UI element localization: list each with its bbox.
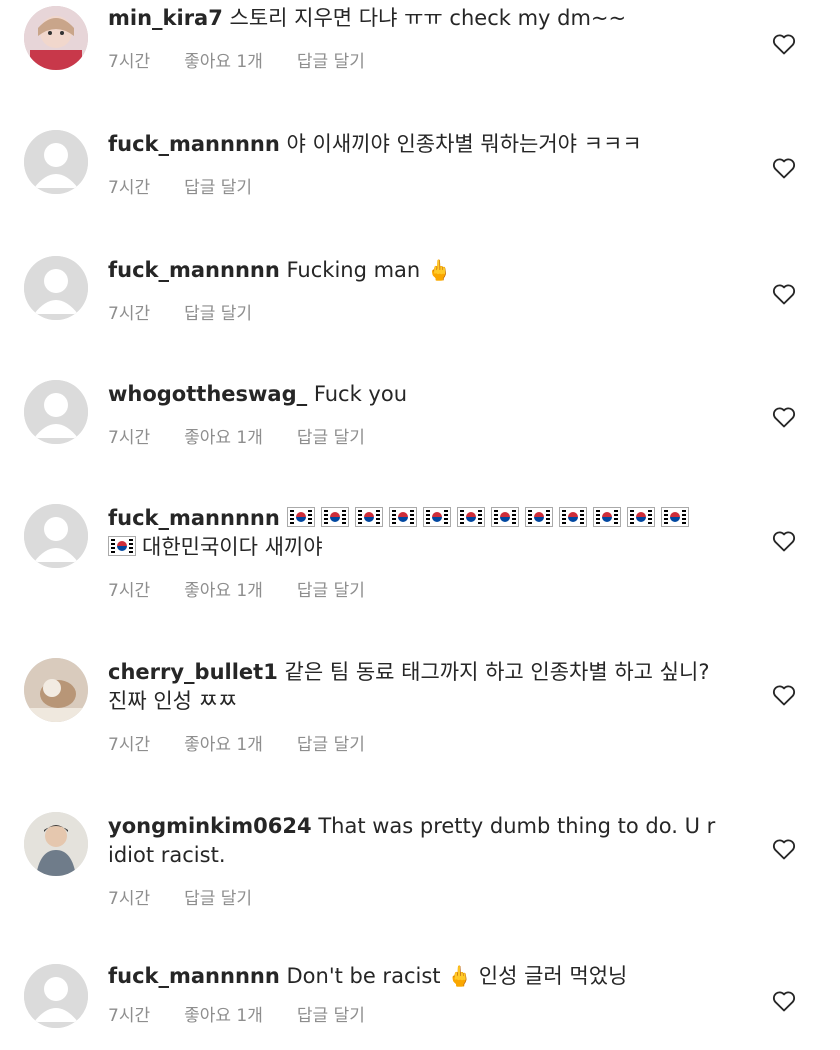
comment-body: 스토리 지우면 다냐 ㅠㅠ check my dm~~ [229,6,627,30]
heart-outline-icon[interactable] [772,283,796,305]
comment-username[interactable]: cherry_bullet1 [108,660,278,684]
comment-body: 야 이새끼야 인종차별 뭐하는거야 ㅋㅋㅋ [286,132,642,156]
comment-body: Don't be racist [286,964,441,988]
south-korea-flag-emoji [422,507,451,527]
comment-meta: 7시간 답글 달기 [108,884,728,909]
middle-finger-emoji: 🖕 [447,964,473,988]
comment-text: fuck_mannnnn 야 이새끼야 인종차별 뭐하는거야 ㅋㅋㅋ [108,130,728,159]
south-korea-flag-emoji [108,536,136,556]
south-korea-flag-emoji [320,507,349,527]
avatar[interactable] [24,256,88,320]
default-avatar-icon [24,256,88,320]
avatar[interactable] [24,6,88,70]
south-korea-flag-emoji [592,507,621,527]
comment-username[interactable]: min_kira7 [108,6,223,30]
comment-likes-count[interactable]: 좋아요 1개 [184,428,263,448]
comment-text: yongminkim0624 That was pretty dumb thin… [108,812,728,870]
heart-outline-icon[interactable] [772,990,796,1012]
user-photo-avatar [24,6,88,70]
heart-outline-icon[interactable] [772,838,796,860]
comment-likes-count[interactable]: 좋아요 1개 [184,52,263,72]
comment-body-continued: 인성 글러 먹었닝 [478,964,628,988]
reply-button[interactable]: 답글 달기 [297,735,365,755]
south-korea-flag-emoji [626,507,655,527]
user-photo-avatar [24,812,88,876]
avatar[interactable] [24,380,88,444]
comment-text: min_kira7 스토리 지우면 다냐 ㅠㅠ check my dm~~ [108,4,728,33]
avatar[interactable] [24,504,88,568]
comment-time: 7시간 [108,735,151,755]
reply-button[interactable]: 답글 달기 [297,1006,365,1026]
comment-time: 7시간 [108,52,151,72]
user-photo-avatar [24,658,88,722]
comment-body: Fucking man [286,258,421,282]
comment-text: fuck_mannnnn Fucking man 🖕 [108,256,728,285]
comment-username[interactable]: fuck_mannnnn [108,258,280,282]
south-korea-flag-emoji [354,507,383,527]
middle-finger-emoji: 🖕 [426,258,452,282]
heart-outline-icon[interactable] [772,406,796,428]
comment-meta: 7시간 좋아요 1개 답글 달기 [108,576,728,601]
comment-time: 7시간 [108,428,151,448]
comment-likes-count[interactable]: 좋아요 1개 [184,581,263,601]
reply-button[interactable]: 답글 달기 [184,178,252,198]
comment-username[interactable]: fuck_mannnnn [108,132,280,156]
reply-button[interactable]: 답글 달기 [184,889,252,909]
reply-button[interactable]: 답글 달기 [297,581,365,601]
comment-meta: 7시간 좋아요 1개 답글 달기 [108,47,728,72]
comment-username[interactable]: yongminkim0624 [108,814,312,838]
south-korea-flag-emoji [490,507,519,527]
default-avatar-icon [24,130,88,194]
comment-text: cherry_bullet1 같은 팀 동료 태그까지 하고 인종차별 하고 싶… [108,658,728,716]
comment-text: fuck_mannnnn 대한민국이다 새끼야 [108,504,728,562]
comment-username[interactable]: whogottheswag_ [108,382,307,406]
comment-meta: 7시간 좋아요 1개 답글 달기 [108,423,728,448]
comment-meta: 7시간 좋아요 1개 답글 달기 [108,730,728,755]
comment-meta: 7시간 답글 달기 [108,173,728,198]
south-korea-flag-emoji [660,507,689,527]
south-korea-flag-emoji [286,507,315,527]
avatar[interactable] [24,964,88,1028]
default-avatar-icon [24,380,88,444]
avatar[interactable] [24,658,88,722]
south-korea-flag-emoji [558,507,587,527]
comment-time: 7시간 [108,1006,151,1026]
comment-username[interactable]: fuck_mannnnn [108,964,280,988]
heart-outline-icon[interactable] [772,684,796,706]
comment-meta: 7시간 답글 달기 [108,299,728,324]
default-avatar-icon [24,964,88,1028]
comment-text: fuck_mannnnn Don't be racist 🖕 인성 글러 먹었닝 [108,962,728,991]
avatar[interactable] [24,812,88,876]
comment-time: 7시간 [108,581,151,601]
south-korea-flag-emoji [456,507,485,527]
comment-body: 대한민국이다 새끼야 [142,535,323,559]
reply-button[interactable]: 답글 달기 [184,304,252,324]
comment-likes-count[interactable]: 좋아요 1개 [184,735,263,755]
comment-username[interactable]: fuck_mannnnn [108,506,280,530]
comment-time: 7시간 [108,304,151,324]
heart-outline-icon[interactable] [772,33,796,55]
heart-outline-icon[interactable] [772,157,796,179]
south-korea-flag-emoji [388,507,417,527]
heart-outline-icon[interactable] [772,530,796,552]
default-avatar-icon [24,504,88,568]
avatar[interactable] [24,130,88,194]
comment-likes-count[interactable]: 좋아요 1개 [184,1006,263,1026]
reply-button[interactable]: 답글 달기 [297,428,365,448]
south-korea-flag-emoji [524,507,553,527]
comment-text: whogottheswag_ Fuck you [108,380,728,409]
reply-button[interactable]: 답글 달기 [297,52,365,72]
comment-body: Fuck you [313,382,408,406]
comment-meta: 7시간 좋아요 1개 답글 달기 [108,1001,728,1026]
comment-time: 7시간 [108,178,151,198]
comment-time: 7시간 [108,889,151,909]
